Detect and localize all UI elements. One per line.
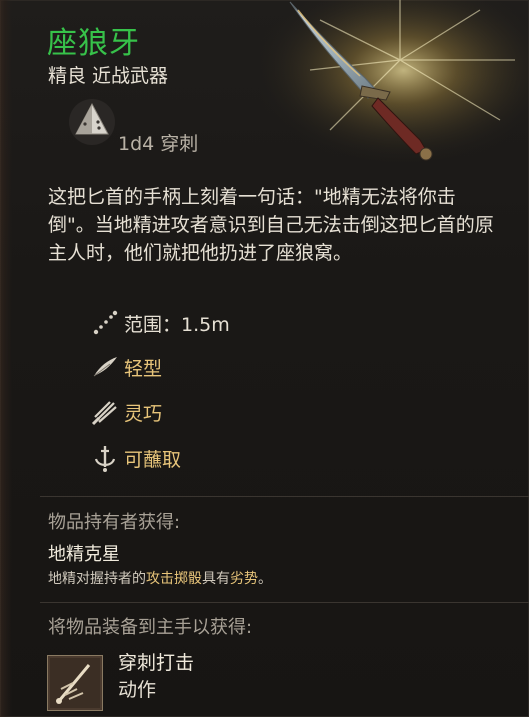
d4-die-icon xyxy=(69,99,115,145)
item-tooltip: 座狼牙 精良 近战武器 1d4 穿刺 这把匕首的手柄上刻着一句话："地精无法将你… xyxy=(0,0,529,717)
bonus-text: 具有 xyxy=(202,571,230,587)
property-dippable: 可蘸取 xyxy=(90,443,181,473)
feather-icon xyxy=(93,357,117,377)
property-light: 轻型 xyxy=(90,352,162,382)
bonus-keyword-disadvantage[interactable]: 劣势 xyxy=(230,571,258,587)
property-label: 灵巧 xyxy=(124,402,163,425)
bonus-text: 。 xyxy=(258,571,272,587)
action-name: 穿刺打击 xyxy=(118,652,195,674)
bonus-text: 地精对握持者的 xyxy=(48,571,146,587)
section-divider xyxy=(40,496,529,497)
damage-value: 1d4 穿刺 xyxy=(118,133,199,155)
wielder-bonus-name: 地精克星 xyxy=(48,544,120,565)
range-icon xyxy=(93,310,118,335)
action-type: 动作 xyxy=(118,679,157,701)
section-divider xyxy=(40,602,529,603)
property-label: 轻型 xyxy=(124,357,163,380)
wielder-bonus-description: 地精对握持者的攻击掷骰具有劣势。 xyxy=(48,569,272,589)
item-rarity-type: 精良 近战武器 xyxy=(48,65,169,87)
piercing-strike-icon[interactable] xyxy=(47,655,103,711)
property-finesse: 灵巧 xyxy=(90,397,162,427)
bonus-keyword-attack-roll[interactable]: 攻击掷骰 xyxy=(146,571,202,587)
property-label: 范围：1.5m xyxy=(124,313,230,336)
property-range: 范围：1.5m xyxy=(90,308,230,338)
equip-heading: 将物品装备到主手以获得: xyxy=(48,617,253,638)
dagger-art xyxy=(250,0,529,176)
dippable-icon xyxy=(94,446,116,472)
tooltip-edge-decoration xyxy=(0,0,12,717)
item-description: 这把匕首的手柄上刻着一句话："地精无法将你击倒"。当地精进攻者意识到自己无法击倒… xyxy=(48,186,494,264)
wielder-heading: 物品持有者获得: xyxy=(48,512,181,533)
item-name: 座狼牙 xyxy=(47,26,140,61)
property-label: 可蘸取 xyxy=(124,448,182,471)
finesse-icon xyxy=(91,401,117,426)
